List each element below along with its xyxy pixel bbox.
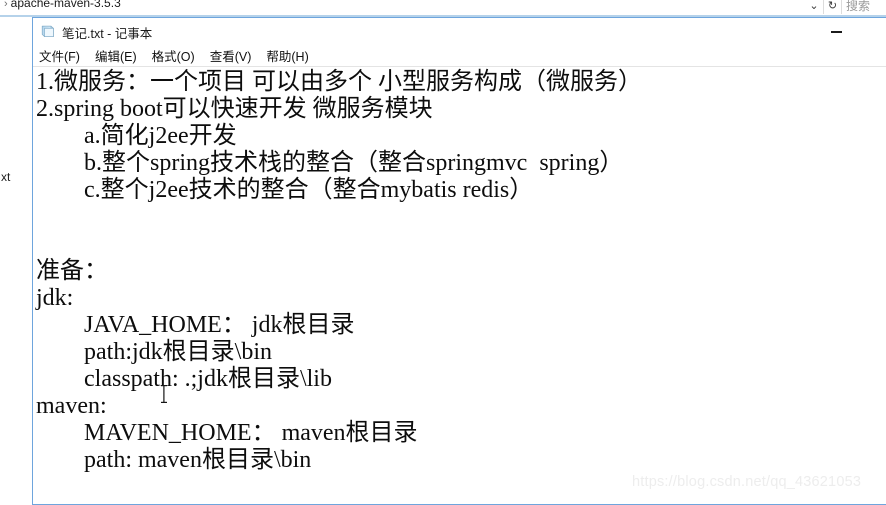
document-line: classpath: .;jdk根目录\lib — [36, 366, 332, 392]
watermark: https://blog.csdn.net/qq_43621053 — [632, 474, 862, 490]
document-line: 准备： — [36, 258, 108, 284]
list-item[interactable]: xt — [0, 168, 32, 190]
document-line: a.简化j2ee开发 — [36, 123, 237, 149]
menu-item-format[interactable]: 格式(O) — [152, 46, 195, 65]
document-line: b.整个spring技术栈的整合（整合springmvc spring） — [36, 150, 624, 176]
menu-item-edit[interactable]: 编辑(E) — [95, 46, 137, 65]
document-line: maven: — [36, 393, 107, 419]
document-line: path: maven根目录\bin — [36, 447, 312, 473]
menu-item-file[interactable]: 文件(F) — [39, 46, 80, 65]
notepad-window: 笔记.txt - 记事本 文件(F) 编辑(E) 格式(O) 查看(V) 帮助(… — [32, 17, 886, 505]
minimize-button[interactable] — [815, 18, 858, 45]
document-line: path:jdk根目录\bin — [36, 339, 272, 365]
menu-item-help[interactable]: 帮助(H) — [266, 46, 308, 65]
window-title: 笔记.txt - 记事本 — [62, 27, 153, 41]
menu-bar: 文件(F) 编辑(E) 格式(O) 查看(V) 帮助(H) — [33, 45, 886, 67]
document-line: jdk: — [36, 285, 74, 311]
menu-item-view[interactable]: 查看(V) — [210, 46, 252, 65]
document-line: MAVEN_HOME： maven根目录 — [36, 420, 418, 446]
window-controls — [815, 18, 886, 45]
document-line: c.整个j2ee技术的整合（整合mybatis redis） — [36, 177, 534, 203]
refresh-icon[interactable]: ↻ — [823, 0, 842, 14]
minimize-icon — [831, 30, 842, 33]
search-input[interactable]: 搜索 — [846, 0, 886, 14]
breadcrumb-separator-icon: › — [4, 0, 8, 10]
breadcrumb-item-apache-maven[interactable]: apache-maven-3.5.3 — [11, 0, 121, 10]
document-line: 1.微服务：一个项目 可以由多个 小型服务构成（微服务） — [36, 69, 642, 95]
notepad-text-area[interactable]: 1.微服务：一个项目 可以由多个 小型服务构成（微服务） 2.spring bo… — [33, 67, 886, 504]
maximize-button[interactable] — [858, 18, 886, 45]
document-line: JAVA_HOME： jdk根目录 — [36, 312, 355, 338]
explorer-address-bar[interactable]: › apache-maven-3.5.3 — [0, 0, 886, 16]
breadcrumb[interactable]: › apache-maven-3.5.3 — [4, 0, 121, 10]
list-item-label: xt — [1, 170, 11, 184]
chevron-down-icon[interactable]: ⌄ — [806, 0, 822, 14]
document-line-blank — [33, 231, 886, 258]
notepad-title-bar[interactable]: 笔记.txt - 记事本 — [33, 18, 886, 45]
document-line-blank — [33, 204, 886, 231]
notepad-document-icon — [41, 25, 54, 37]
document-line: 2.spring boot可以快速开发 微服务模块 — [36, 96, 433, 122]
